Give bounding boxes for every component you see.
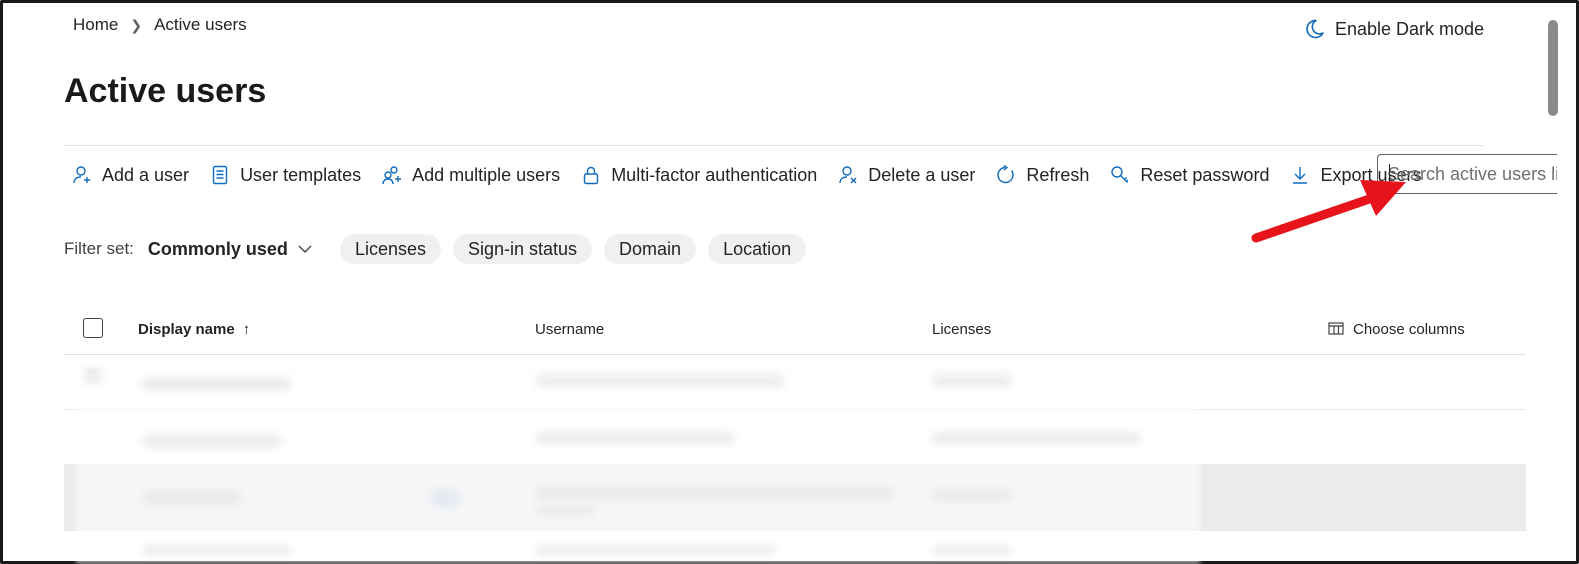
refresh-button[interactable]: Refresh bbox=[996, 165, 1089, 186]
table-header: Display name ↑ Username Licenses Choose … bbox=[64, 310, 1526, 355]
breadcrumb: Home ❯ Active users bbox=[73, 15, 247, 35]
reset-password-button[interactable]: Reset password bbox=[1110, 165, 1269, 186]
delete-user-label: Delete a user bbox=[868, 164, 976, 185]
user-templates-button[interactable]: User templates bbox=[210, 165, 361, 186]
column-licenses[interactable]: Licenses bbox=[932, 321, 991, 338]
scrollbar-thumb[interactable] bbox=[1548, 20, 1558, 116]
moon-icon bbox=[1306, 19, 1324, 39]
column-username[interactable]: Username bbox=[535, 321, 604, 338]
refresh-label: Refresh bbox=[1026, 164, 1090, 185]
add-multiple-users-label: Add multiple users bbox=[412, 164, 561, 185]
dark-mode-label: Enable Dark mode bbox=[1335, 18, 1485, 39]
add-people-icon bbox=[382, 166, 402, 185]
command-bar: Add a user User templates Add multiple u… bbox=[72, 158, 1443, 192]
vertical-scrollbar[interactable] bbox=[1546, 14, 1560, 554]
sort-ascending-icon: ↑ bbox=[242, 321, 251, 338]
filter-bar: Filter set: Commonly used Licenses Sign-… bbox=[64, 234, 818, 264]
chevron-down-icon bbox=[298, 245, 312, 253]
add-multiple-users-button[interactable]: Add multiple users bbox=[382, 165, 560, 186]
search-input[interactable] bbox=[1388, 163, 1557, 185]
column-display-name[interactable]: Display name ↑ bbox=[138, 321, 250, 338]
select-all-checkbox[interactable] bbox=[83, 318, 103, 338]
filter-pill-location[interactable]: Location bbox=[708, 234, 807, 264]
filter-pill-domain[interactable]: Domain bbox=[604, 234, 697, 264]
download-icon bbox=[1293, 167, 1308, 184]
breadcrumb-home[interactable]: Home bbox=[73, 15, 118, 35]
blurred-content-overlay bbox=[76, 372, 1200, 564]
dark-mode-toggle[interactable]: Enable Dark mode bbox=[1303, 18, 1484, 40]
display-name-header-label: Display name bbox=[138, 321, 235, 338]
breadcrumb-current: Active users bbox=[154, 15, 247, 34]
user-templates-label: User templates bbox=[240, 164, 362, 185]
key-icon bbox=[1111, 166, 1129, 183]
filter-set-dropdown[interactable]: Commonly used bbox=[148, 239, 312, 260]
add-user-button[interactable]: Add a user bbox=[72, 165, 189, 186]
search-box[interactable] bbox=[1377, 154, 1557, 194]
filter-set-label: Filter set: bbox=[64, 239, 134, 258]
text-cursor bbox=[1389, 164, 1390, 186]
lock-icon bbox=[583, 166, 599, 185]
table-columns-icon bbox=[1328, 322, 1344, 335]
filter-pill-licenses[interactable]: Licenses bbox=[339, 234, 441, 264]
header-divider bbox=[64, 145, 1484, 146]
delete-person-icon bbox=[839, 166, 857, 184]
choose-columns-button[interactable]: Choose columns bbox=[1328, 321, 1465, 338]
add-person-icon bbox=[73, 166, 90, 184]
delete-user-button[interactable]: Delete a user bbox=[838, 165, 975, 186]
template-document-icon bbox=[212, 165, 228, 185]
reset-password-label: Reset password bbox=[1140, 164, 1270, 185]
mfa-label: Multi-factor authentication bbox=[611, 164, 818, 185]
choose-columns-label: Choose columns bbox=[1353, 321, 1465, 338]
chevron-right-icon: ❯ bbox=[130, 16, 143, 33]
filter-pill-sign-in-status[interactable]: Sign-in status bbox=[452, 234, 593, 264]
filter-set-value: Commonly used bbox=[147, 238, 288, 259]
multi-factor-authentication-button[interactable]: Multi-factor authentication bbox=[581, 165, 817, 186]
refresh-icon bbox=[997, 165, 1015, 184]
page-title: Active users bbox=[64, 72, 267, 110]
add-user-label: Add a user bbox=[102, 164, 190, 185]
